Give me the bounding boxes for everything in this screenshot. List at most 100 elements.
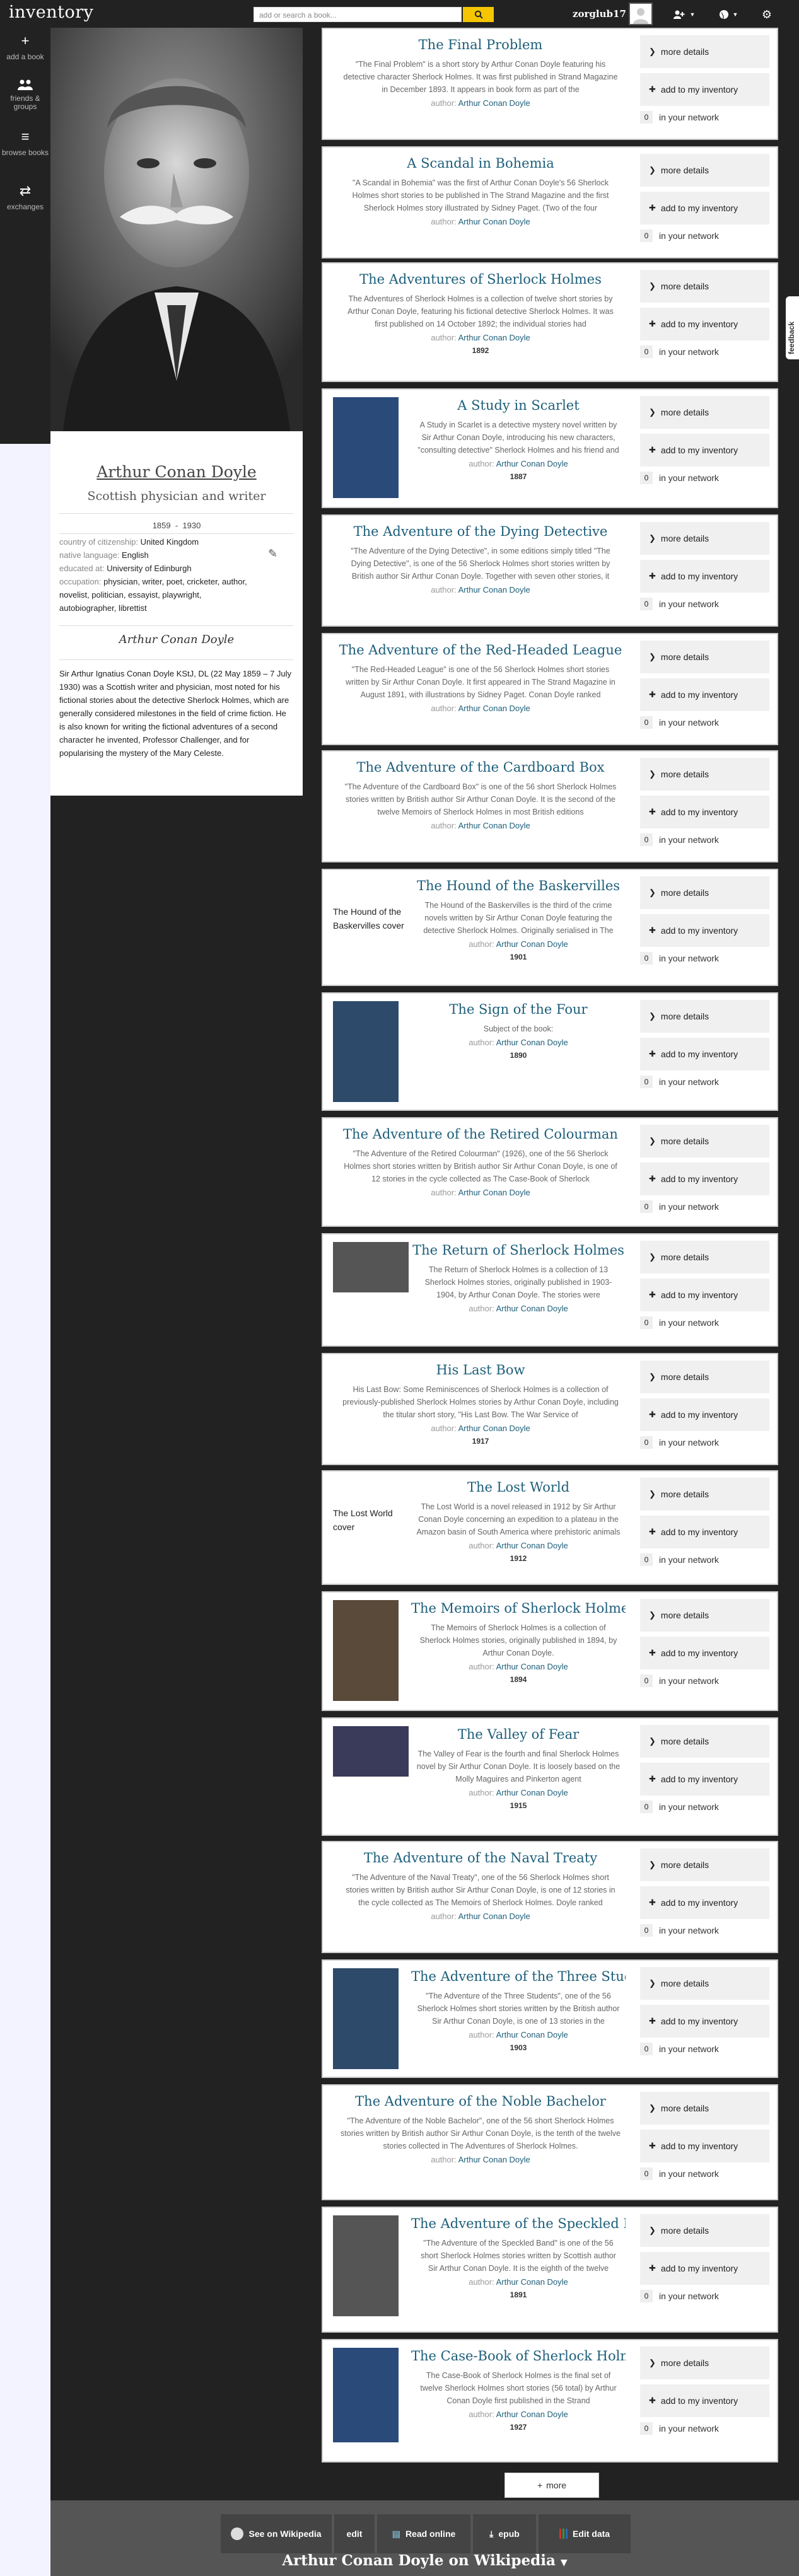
work-title[interactable]: The Return of Sherlock Holmes — [411, 1243, 626, 1258]
chevron-down-icon[interactable]: ▼ — [732, 8, 739, 21]
more-details-button[interactable]: ❯ more details — [640, 270, 769, 303]
more-details-button[interactable]: ❯ more details — [640, 641, 769, 673]
book-cover[interactable] — [333, 1242, 409, 1292]
author-link[interactable]: Arthur Conan Doyle — [458, 821, 530, 830]
add-to-inventory-button[interactable]: ✚ add to my inventory — [640, 2130, 769, 2162]
add-to-inventory-button[interactable]: ✚ add to my inventory — [640, 560, 769, 593]
nav-friends-groups[interactable]: friends & groups — [0, 78, 50, 111]
author-name[interactable]: Arthur Conan Doyle — [50, 463, 303, 481]
epub-button[interactable]: ⤓ epub — [473, 2514, 536, 2553]
work-title[interactable]: A Scandal in Bohemia — [335, 156, 626, 171]
feedback-tab[interactable]: feedback — [786, 296, 799, 359]
work-card[interactable]: The Sign of the Four Subject of the book:… — [322, 992, 778, 1111]
work-title[interactable]: The Case-Book of Sherlock Holmes — [411, 2348, 626, 2364]
work-card[interactable]: A Study in Scarlet A Study in Scarlet is … — [322, 388, 778, 508]
read-more-wikipedia-link[interactable]: Read more or edit on Wikipedia — [59, 799, 174, 809]
book-cover[interactable] — [333, 397, 399, 498]
author-link[interactable]: Arthur Conan Doyle — [496, 939, 568, 949]
book-cover[interactable] — [333, 1968, 399, 2069]
work-title[interactable]: The Adventure of the Naval Treaty — [335, 1850, 626, 1865]
work-title[interactable]: The Adventures of Sherlock Holmes — [335, 272, 626, 287]
work-title[interactable]: The Adventure of the Three Students — [411, 1969, 626, 1984]
add-to-inventory-button[interactable]: ✚ add to my inventory — [640, 1038, 769, 1070]
work-title[interactable]: The Adventure of the Dying Detective — [335, 524, 626, 539]
more-details-button[interactable]: ❯ more details — [640, 1599, 769, 1632]
author-link[interactable]: Arthur Conan Doyle — [496, 1038, 568, 1047]
work-card[interactable]: The Adventures of Sherlock Holmes The Adv… — [322, 262, 778, 382]
add-to-inventory-button[interactable]: ✚ add to my inventory — [640, 914, 769, 947]
pencil-icon[interactable]: ✎ — [268, 547, 277, 560]
add-to-inventory-button[interactable]: ✚ add to my inventory — [640, 434, 769, 467]
add-to-inventory-button[interactable]: ✚ add to my inventory — [640, 73, 769, 106]
wikipedia-section-title[interactable]: Arthur Conan Doyle on Wikipedia ▼ — [50, 2552, 799, 2569]
work-card[interactable]: The Adventure of the Retired Colourman "T… — [322, 1117, 778, 1227]
nav-add-book[interactable]: + add a book — [0, 34, 50, 61]
globe-icon[interactable] — [716, 8, 732, 21]
more-details-button[interactable]: ❯ more details — [640, 1725, 769, 1758]
more-details-button[interactable]: ❯ more details — [640, 876, 769, 909]
work-title[interactable]: The Adventure of the Red-Headed League — [335, 642, 626, 658]
more-details-button[interactable]: ❯ more details — [640, 1361, 769, 1393]
add-to-inventory-button[interactable]: ✚ add to my inventory — [640, 1516, 769, 1548]
work-title[interactable]: The Adventure of the Speckled Band — [411, 2216, 626, 2231]
see-on-wikipedia-button[interactable]: See on Wikipedia — [221, 2514, 332, 2553]
book-cover[interactable] — [333, 2348, 399, 2442]
more-details-button[interactable]: ❯ more details — [640, 522, 769, 555]
book-cover[interactable] — [333, 1726, 409, 1777]
author-link[interactable]: Arthur Conan Doyle — [458, 585, 530, 595]
work-card[interactable]: The Adventure of the Noble Bachelor "The … — [322, 2084, 778, 2200]
work-card[interactable]: The Return of Sherlock Holmes The Return … — [322, 1233, 778, 1347]
author-link[interactable]: Arthur Conan Doyle — [496, 1304, 568, 1313]
work-card[interactable]: The Memoirs of Sherlock Holmes The Memoir… — [322, 1591, 778, 1711]
more-details-button[interactable]: ❯ more details — [640, 2347, 769, 2379]
work-card[interactable]: The Adventure of the Dying Detective "The… — [322, 514, 778, 627]
more-details-button[interactable]: ❯ more details — [640, 1000, 769, 1033]
more-details-button[interactable]: ❯ more details — [640, 396, 769, 429]
more-details-button[interactable]: ❯ more details — [640, 2092, 769, 2125]
author-link[interactable]: Arthur Conan Doyle — [496, 1662, 568, 1671]
author-link[interactable]: Arthur Conan Doyle — [496, 2030, 568, 2039]
author-link[interactable]: Arthur Conan Doyle — [458, 217, 530, 226]
more-details-button[interactable]: ❯ more details — [640, 1125, 769, 1157]
author-link[interactable]: Arthur Conan Doyle — [458, 1188, 530, 1197]
work-card[interactable]: His Last Bow His Last Bow: Some Reminisce… — [322, 1353, 778, 1465]
add-to-inventory-button[interactable]: ✚ add to my inventory — [640, 2252, 769, 2285]
add-to-inventory-button[interactable]: ✚ add to my inventory — [640, 1763, 769, 1796]
work-title[interactable]: The Adventure of the Retired Colourman — [335, 1127, 626, 1142]
work-title[interactable]: The Adventure of the Noble Bachelor — [335, 2094, 626, 2109]
add-to-inventory-button[interactable]: ✚ add to my inventory — [640, 796, 769, 828]
author-link[interactable]: Arthur Conan Doyle — [496, 1788, 568, 1797]
add-to-inventory-button[interactable]: ✚ add to my inventory — [640, 1398, 769, 1431]
work-title[interactable]: The Final Problem — [335, 37, 626, 52]
gear-icon[interactable]: ⚙ — [759, 8, 774, 21]
avatar[interactable] — [629, 3, 653, 25]
author-link[interactable]: Arthur Conan Doyle — [458, 1912, 530, 1921]
author-link[interactable]: Arthur Conan Doyle — [458, 1424, 530, 1433]
add-to-inventory-button[interactable]: ✚ add to my inventory — [640, 308, 769, 340]
work-title[interactable]: The Adventure of the Cardboard Box — [335, 760, 626, 775]
add-user-icon[interactable] — [670, 8, 689, 21]
more-details-button[interactable]: ❯ more details — [640, 2214, 769, 2247]
author-link[interactable]: Arthur Conan Doyle — [496, 459, 568, 468]
nav-browse-books[interactable]: ≡ browse books — [0, 130, 50, 157]
work-card[interactable]: The Hound of the Baskervilles cover The H… — [322, 869, 778, 986]
author-link[interactable]: Arthur Conan Doyle — [458, 333, 530, 342]
add-to-inventory-button[interactable]: ✚ add to my inventory — [640, 2384, 769, 2417]
work-title[interactable]: The Valley of Fear — [411, 1727, 626, 1742]
work-card[interactable]: The Lost World cover The Lost World The Lo… — [322, 1470, 778, 1585]
work-card[interactable]: The Adventure of the Cardboard Box "The A… — [322, 750, 778, 862]
work-card[interactable]: The Valley of Fear The Valley of Fear is … — [322, 1717, 778, 1836]
book-cover[interactable] — [333, 1600, 399, 1701]
work-card[interactable]: The Case-Book of Sherlock Holmes The Case… — [322, 2339, 778, 2463]
more-button[interactable]: + more — [504, 2473, 599, 2498]
book-cover[interactable] — [333, 1001, 399, 1102]
chevron-down-icon[interactable]: ▼ — [689, 8, 696, 21]
work-card[interactable]: The Adventure of the Three Students "The … — [322, 1959, 778, 2078]
more-details-button[interactable]: ❯ more details — [640, 1241, 769, 1273]
book-cover[interactable] — [333, 2215, 399, 2316]
work-title[interactable]: The Hound of the Baskervilles — [411, 878, 626, 893]
work-card[interactable]: The Adventure of the Speckled Band "The A… — [322, 2207, 778, 2333]
add-to-inventory-button[interactable]: ✚ add to my inventory — [640, 192, 769, 224]
add-to-inventory-button[interactable]: ✚ add to my inventory — [640, 1163, 769, 1195]
search-button[interactable] — [463, 7, 494, 22]
